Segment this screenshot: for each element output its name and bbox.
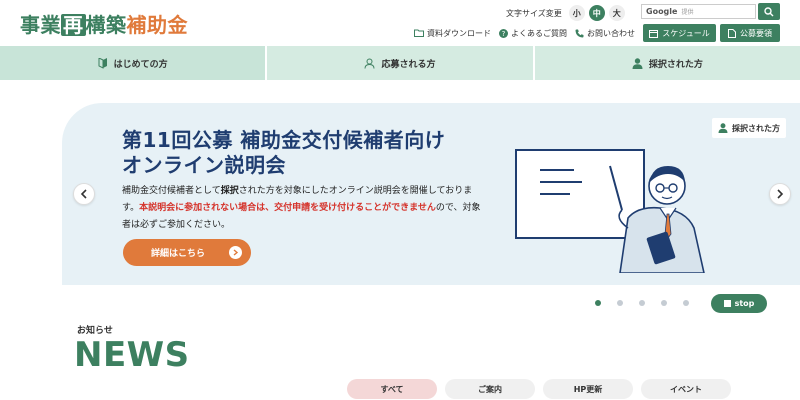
hero-detail-button-label: 詳細はこちら [151,249,206,259]
search-input[interactable]: Google 提供 [641,4,756,19]
person-icon [718,123,728,133]
hero-body-warning: 本説明会に参加されない場合は、交付申請を受け付けることができません [139,203,436,213]
hero-title: 第11回公募 補助金交付候補者向け オンライン説明会 [122,128,445,178]
nav-item-applicants[interactable]: 応募される方 [267,46,535,80]
carousel-indicators [595,300,689,306]
font-size-control: 文字サイズ変更 小 中 大 [506,4,625,22]
schedule-button[interactable]: スケジュール [643,24,716,42]
logo-part1: 事業 [20,13,61,37]
news-filter-event[interactable]: イベント [641,379,731,399]
question-icon: ? [499,28,508,38]
news-title: NEWS [74,335,190,375]
nav-item-beginners[interactable]: はじめての方 [0,46,268,80]
calendar-icon [649,29,659,38]
carousel-prev-button[interactable] [73,183,95,205]
logo-box: 再 [61,13,86,37]
main-nav: はじめての方 応募される方 採択された方 [0,46,800,80]
nav-item-selected[interactable]: 採択された方 [535,46,800,80]
presenter-illustration [515,149,705,273]
search-button[interactable] [758,3,780,20]
carousel-dot[interactable] [683,300,689,306]
carousel-dot[interactable] [595,300,601,306]
faq-link-label: よくあるご質問 [511,28,567,38]
hero-description: 補助金交付候補者として採択された方を対象にしたオンライン説明会を開催しております… [122,183,482,234]
nav-item-beginners-label: はじめての方 [113,59,168,70]
beginner-mark-icon [98,57,107,69]
search-placeholder: 提供 [681,9,694,16]
carousel-stop-button[interactable]: stop [711,294,767,313]
arrow-right-circle-icon [229,246,242,259]
nav-item-applicants-label: 応募される方 [381,59,436,70]
person-icon [632,57,643,69]
news-filter-info[interactable]: ご案内 [445,379,535,399]
carousel-stop-label: stop [734,299,755,308]
hero-title-line2: オンライン説明会 [122,153,286,177]
download-link[interactable]: 資料ダウンロード [414,24,491,42]
news-filter-all[interactable]: すべて [347,379,437,399]
contact-link[interactable]: お問い合わせ [575,24,635,42]
chevron-right-icon [777,189,784,199]
person-outline-icon [364,58,375,69]
news-filter-hp-update[interactable]: HP更新 [543,379,633,399]
search-brand: Google [646,7,678,16]
download-link-label: 資料ダウンロード [427,28,491,38]
guidelines-button[interactable]: 公募要領 [720,24,780,42]
schedule-button-label: スケジュール [662,28,710,38]
logo-part3: 補助金 [126,13,188,37]
hero-category-tag-label: 採択された方 [732,123,780,133]
folder-icon [414,29,424,37]
svg-text:?: ? [502,30,506,38]
hero-detail-button[interactable]: 詳細はこちら [123,239,251,266]
hero-category-tag[interactable]: 採択された方 [712,118,786,138]
phone-icon [575,29,584,37]
font-size-large-button[interactable]: 大 [608,5,625,21]
carousel-next-button[interactable] [769,183,791,205]
contact-link-label: お問い合わせ [587,28,635,38]
font-size-label: 文字サイズ変更 [506,8,562,18]
guidelines-button-label: 公募要領 [740,28,772,38]
hero-title-line1: 第11回公募 補助金交付候補者向け [122,128,446,152]
logo-part2: 構築 [85,13,127,37]
hero-body-part1: 補助金交付候補者として [122,186,221,196]
nav-item-selected-label: 採択された方 [648,59,703,70]
faq-link[interactable]: ? よくあるご質問 [499,24,567,42]
chevron-left-icon [80,189,87,199]
document-icon [728,28,736,38]
carousel-dot[interactable] [617,300,623,306]
carousel-dot[interactable] [639,300,645,306]
stop-icon [723,300,731,307]
hero-body-bold: 採択 [220,186,239,196]
search-icon [764,6,774,16]
site-logo[interactable]: 事業再構築補助金 [20,9,188,38]
font-size-small-button[interactable]: 小 [568,5,585,21]
font-size-medium-button[interactable]: 中 [588,5,605,21]
carousel-dot[interactable] [661,300,667,306]
